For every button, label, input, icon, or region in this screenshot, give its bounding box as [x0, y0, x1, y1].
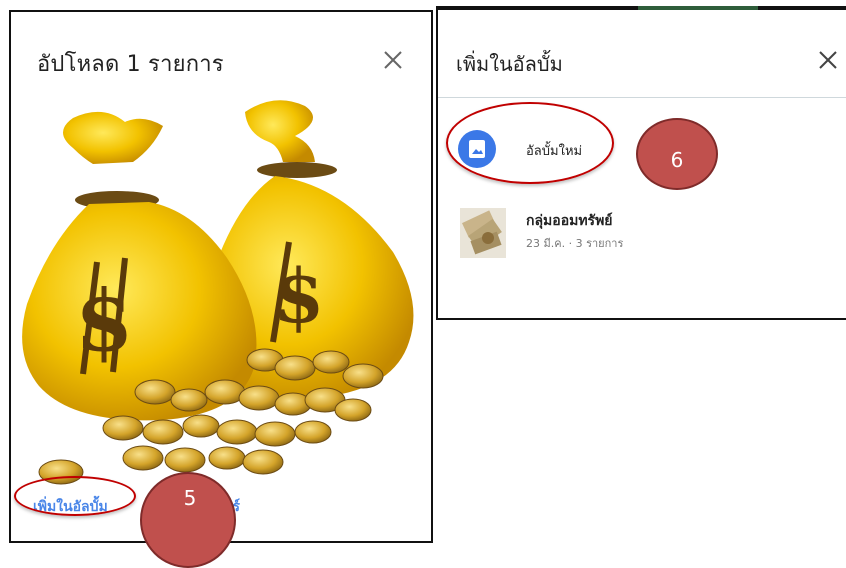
album-meta: 23 มี.ค. · 3 รายการ [526, 237, 624, 250]
album-icon [458, 130, 496, 168]
album-list-item[interactable]: กลุ่มออมทรัพย์ 23 มี.ค. · 3 รายการ [438, 202, 846, 266]
new-album-label: อัลบั้มใหม่ [526, 144, 583, 159]
close-icon [384, 51, 402, 69]
uploaded-image-money-bags: $ $ [13, 92, 427, 492]
divider [438, 97, 846, 98]
album-name: กลุ่มออมทรัพย์ [526, 213, 613, 229]
step-number-6: 6 [670, 148, 684, 172]
album-dialog-title: เพิ่มในอัลบั้ม [456, 52, 563, 76]
album-thumbnail-banknotes [460, 208, 506, 258]
step-badge-6: 6 [636, 118, 718, 190]
step-badge-5: 5 [140, 472, 236, 568]
add-to-album-link[interactable]: เพิ่มในอัลบั้ม [33, 496, 108, 518]
upload-close-button[interactable] [379, 46, 407, 74]
album-close-button[interactable] [814, 46, 842, 74]
money-bag-front: $ [22, 111, 257, 421]
upload-dialog: อัปโหลด 1 รายการ $ $ เพิ่มในอัลบั้ม [9, 10, 433, 543]
step-number-5: 5 [183, 486, 197, 510]
upload-dialog-title: อัปโหลด 1 รายการ [37, 52, 224, 77]
close-icon [819, 51, 837, 69]
top-border-accent [638, 6, 758, 10]
